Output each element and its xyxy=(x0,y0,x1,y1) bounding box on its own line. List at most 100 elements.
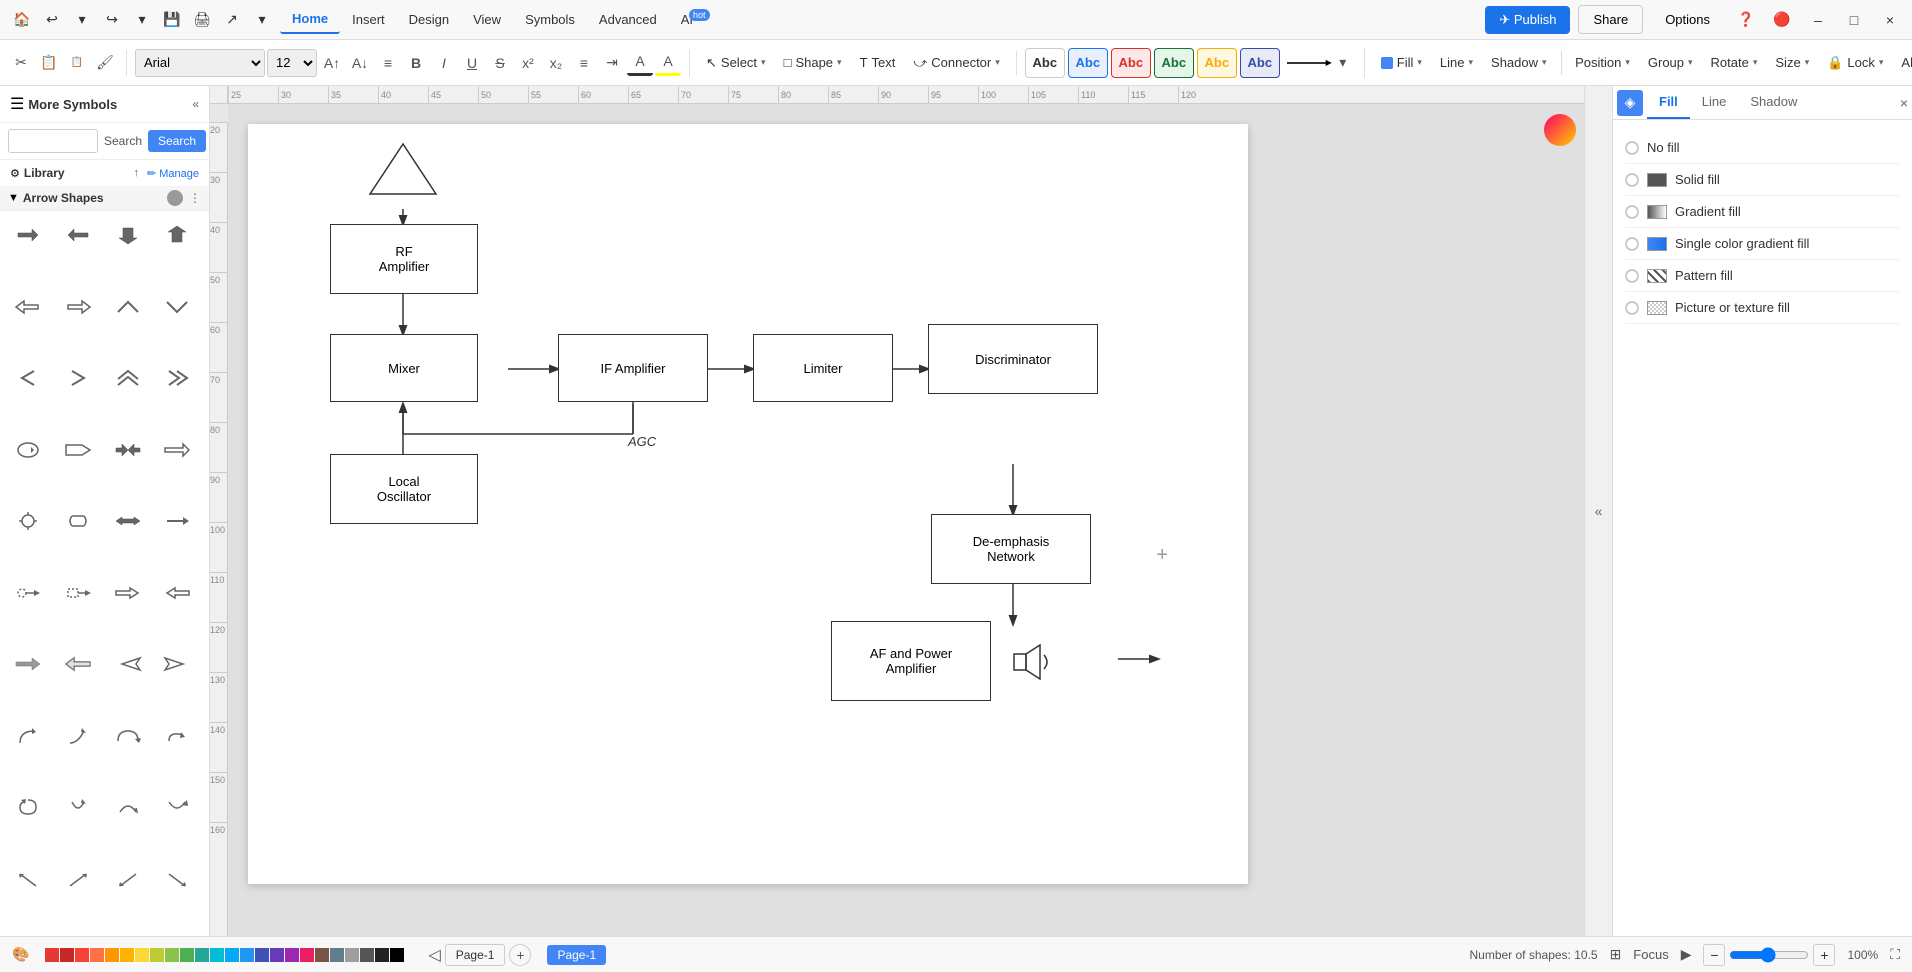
redo-dropdown[interactable]: ▾ xyxy=(128,6,156,34)
line-tab[interactable]: Line xyxy=(1690,86,1739,119)
help-btn[interactable]: ❓ xyxy=(1732,6,1760,34)
shape-right-outline[interactable] xyxy=(155,646,199,682)
nav-ai[interactable]: AIhot xyxy=(669,6,726,33)
color-swatch[interactable] xyxy=(240,948,254,962)
publish-button[interactable]: ✈ Publish xyxy=(1485,6,1570,34)
save-btn[interactable]: 💾 xyxy=(158,6,186,34)
style-btn-5[interactable]: Abc xyxy=(1197,48,1237,78)
shape-dbl-chevron-right[interactable] xyxy=(155,360,199,396)
no-fill-option[interactable]: No fill xyxy=(1625,132,1900,164)
paste-btn[interactable]: 📋 xyxy=(64,50,90,76)
shape-filter-input[interactable] xyxy=(8,129,98,153)
format-paint-btn[interactable]: 🖌 xyxy=(92,50,118,76)
canvas[interactable]: RFAmplifier Mixer LocalOscillator IF Amp… xyxy=(248,124,1248,884)
copy-btn[interactable]: 📋 xyxy=(36,50,62,76)
panel-close-btn[interactable]: × xyxy=(1900,95,1908,111)
antenna-node[interactable] xyxy=(368,142,438,197)
indent-btn[interactable]: ⇥ xyxy=(599,50,625,76)
active-page-tab[interactable]: Page-1 xyxy=(547,945,606,965)
shape-up-curve2[interactable] xyxy=(155,789,199,825)
highlight-btn[interactable]: A xyxy=(655,50,681,76)
shape-up-chevron[interactable] xyxy=(106,289,150,325)
prev-page-btn[interactable]: ◁ xyxy=(428,945,440,965)
color-swatch[interactable] xyxy=(105,948,119,962)
connector-tool[interactable]: ⤻ Connector ▾ xyxy=(905,51,1007,75)
shape-dotted-circle[interactable] xyxy=(6,575,50,611)
shape-left-arrow[interactable] xyxy=(56,217,100,253)
font-increase-btn[interactable]: A↑ xyxy=(319,50,345,76)
strikethrough-btn[interactable]: S xyxy=(487,50,513,76)
gradient-fill-radio[interactable] xyxy=(1625,205,1639,219)
color-swatch[interactable] xyxy=(255,948,269,962)
shape-dbl-arrow-h[interactable] xyxy=(106,503,150,539)
pattern-fill-option[interactable]: Pattern fill xyxy=(1625,260,1900,292)
shape-tool[interactable]: □ Shape ▾ xyxy=(776,51,850,74)
canvas-plus-icon[interactable]: + xyxy=(1156,544,1168,567)
shape-dbl-chevron-up[interactable] xyxy=(106,360,150,396)
color-swatch[interactable] xyxy=(75,948,89,962)
fill-tab[interactable]: Fill xyxy=(1647,86,1690,119)
shape-left-chevron[interactable] xyxy=(6,360,50,396)
shadow-tab[interactable]: Shadow xyxy=(1738,86,1809,119)
shape-curved-arc[interactable] xyxy=(106,718,150,754)
avatar-icon[interactable] xyxy=(1544,114,1576,146)
rf-amplifier-node[interactable]: RFAmplifier xyxy=(330,224,478,294)
color-swatch[interactable] xyxy=(180,948,194,962)
sidebar-collapse-btn[interactable]: « xyxy=(192,97,199,111)
shape-down-arrow[interactable] xyxy=(106,217,150,253)
shape-right-arrow[interactable] xyxy=(6,217,50,253)
search-button[interactable]: Search xyxy=(148,130,206,152)
font-size-select[interactable]: 12 xyxy=(267,49,317,77)
discriminator-node[interactable]: Discriminator xyxy=(928,324,1098,394)
canvas-scroll[interactable]: RFAmplifier Mixer LocalOscillator IF Amp… xyxy=(228,104,1584,936)
shape-right-arrow3[interactable] xyxy=(155,432,199,468)
section-menu-icon[interactable]: ⋮ xyxy=(189,191,201,205)
undo-dropdown[interactable]: ▾ xyxy=(68,6,96,34)
share-export-btn[interactable]: ↗ xyxy=(218,6,246,34)
local-oscillator-node[interactable]: LocalOscillator xyxy=(330,454,478,524)
solid-fill-radio[interactable] xyxy=(1625,173,1639,187)
style-btn-1[interactable]: Abc xyxy=(1025,48,1065,78)
position-btn[interactable]: Position ▾ xyxy=(1567,51,1638,74)
cut-btn[interactable]: ✂ xyxy=(8,50,34,76)
picture-texture-radio[interactable] xyxy=(1625,301,1639,315)
line-btn[interactable]: Line ▾ xyxy=(1432,51,1481,74)
home-icon[interactable]: 🏠 xyxy=(8,6,36,34)
layers-btn[interactable]: ⊞ xyxy=(1610,946,1622,963)
add-page-btn[interactable]: + xyxy=(509,944,531,966)
shape-up-arrow[interactable] xyxy=(155,217,199,253)
color-palette-btn[interactable]: 🎨 xyxy=(12,946,29,963)
shape-curved-arrow[interactable] xyxy=(56,503,100,539)
list-btn[interactable]: ≡ xyxy=(571,50,597,76)
library-header[interactable]: ⚙ Library ↑ ✏ Manage xyxy=(0,160,209,186)
color-swatch[interactable] xyxy=(135,948,149,962)
shape-left-solid[interactable] xyxy=(56,646,100,682)
font-decrease-btn[interactable]: A↓ xyxy=(347,50,373,76)
shape-right-curve2[interactable] xyxy=(106,789,150,825)
nav-advanced[interactable]: Advanced xyxy=(587,6,669,33)
color-swatch[interactable] xyxy=(90,948,104,962)
shape-down-curved[interactable] xyxy=(56,789,100,825)
panel-collapse-btn[interactable]: « xyxy=(1584,86,1612,936)
color-swatch[interactable] xyxy=(270,948,284,962)
single-grad-radio[interactable] xyxy=(1625,237,1639,251)
color-swatch[interactable] xyxy=(330,948,344,962)
more-btn[interactable]: ▾ xyxy=(248,6,276,34)
color-swatch[interactable] xyxy=(60,948,74,962)
shape-dotted-sq[interactable] xyxy=(56,575,100,611)
speaker-node[interactable] xyxy=(1003,634,1058,689)
shape-left-arrow2[interactable] xyxy=(6,289,50,325)
shape-ellipse-arrow[interactable] xyxy=(6,432,50,468)
share-button[interactable]: Share xyxy=(1578,5,1643,34)
align-btn[interactable]: ≡ xyxy=(375,50,401,76)
options-button[interactable]: Options xyxy=(1651,6,1724,33)
shape-se-arrow[interactable] xyxy=(155,861,199,897)
italic-btn[interactable]: I xyxy=(431,50,457,76)
nav-view[interactable]: View xyxy=(461,6,513,33)
single-color-gradient-option[interactable]: Single color gradient fill xyxy=(1625,228,1900,260)
if-amplifier-node[interactable]: IF Amplifier xyxy=(558,334,708,402)
shape-star-arrow[interactable] xyxy=(6,503,50,539)
undo-btn[interactable]: ↩ xyxy=(38,6,66,34)
shape-sw-arrow[interactable] xyxy=(106,861,150,897)
font-family-select[interactable]: Arial xyxy=(135,49,265,77)
